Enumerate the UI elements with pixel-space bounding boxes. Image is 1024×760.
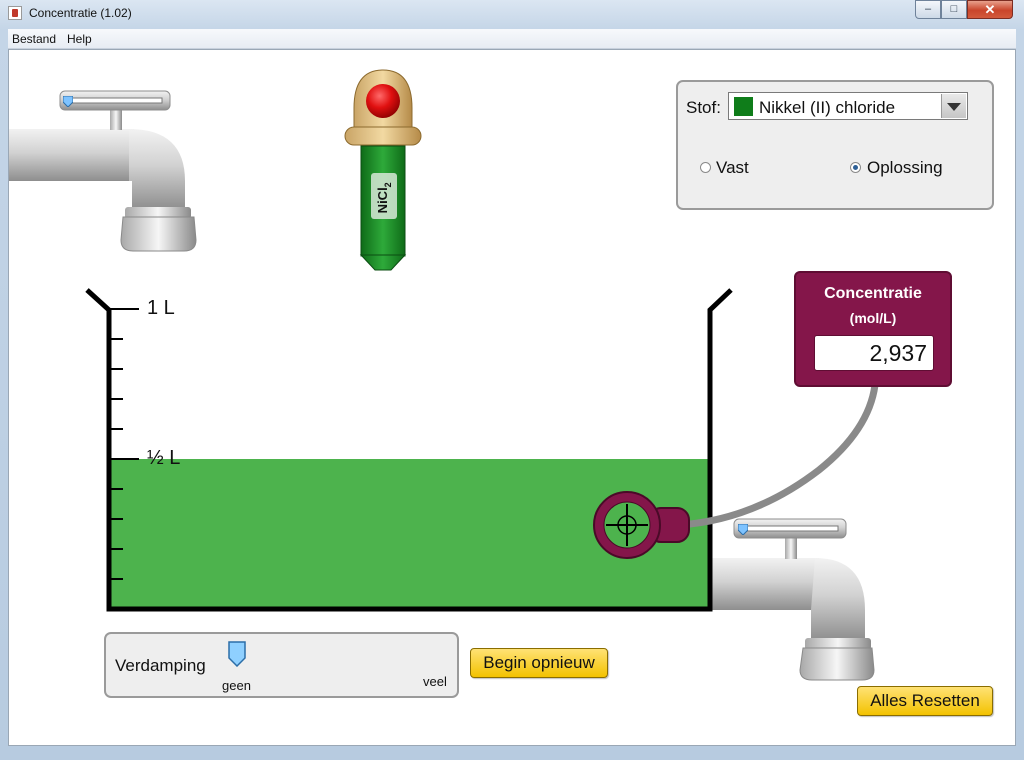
drain-faucet xyxy=(709,518,875,681)
menu-bestand[interactable]: Bestand xyxy=(12,32,56,46)
beaker-mark-half-l: ½ L xyxy=(147,447,181,469)
solute-label: Stof: xyxy=(686,98,721,117)
radio-oplossing-label[interactable]: Oplossing xyxy=(867,158,943,178)
alles-resetten-button[interactable]: Alles Resetten xyxy=(857,686,993,716)
input-faucet-handle[interactable] xyxy=(62,94,74,108)
dropper-label: NiCl2 xyxy=(371,178,397,218)
beaker-mark-1l: 1 L xyxy=(147,297,175,319)
evaporation-label: Verdamping xyxy=(115,656,206,675)
application-window: Concentratie (1.02) – □ ✕ Bestand Help N… xyxy=(0,0,1024,760)
meter-title: Concentratie xyxy=(824,285,922,302)
chevron-down-icon[interactable] xyxy=(941,94,966,118)
evaporation-panel: Verdamping geen veel xyxy=(104,632,459,698)
close-button[interactable]: ✕ xyxy=(967,0,1013,19)
minimize-button[interactable]: – xyxy=(915,0,941,19)
java-app-icon xyxy=(8,6,22,20)
radio-vast[interactable] xyxy=(700,162,711,173)
begin-opnieuw-button[interactable]: Begin opnieuw xyxy=(470,648,608,678)
dropper-red-button[interactable] xyxy=(366,84,400,118)
evaporation-min-label: geen xyxy=(222,678,251,693)
dropper-formula-subscript: 2 xyxy=(382,182,393,188)
maximize-button[interactable]: □ xyxy=(941,0,967,19)
meter-unit: (mol/L) xyxy=(849,310,897,326)
beaker xyxy=(85,288,733,612)
title-bar[interactable]: Concentratie (1.02) – □ ✕ xyxy=(0,0,1024,28)
evaporation-slider-thumb[interactable] xyxy=(228,641,246,668)
concentration-readout: 2,937 xyxy=(814,335,934,371)
evaporation-max-label: veel xyxy=(423,674,447,689)
menu-bar: Bestand Help xyxy=(8,29,1016,49)
solute-color-swatch xyxy=(734,97,753,116)
menu-help[interactable]: Help xyxy=(67,32,92,46)
dropper-formula: NiCl xyxy=(375,187,391,214)
radio-oplossing[interactable] xyxy=(850,162,861,173)
concentration-meter: Concentratie (mol/L) 2,937 xyxy=(794,271,952,387)
radio-vast-label[interactable]: Vast xyxy=(716,158,749,178)
drain-faucet-handle[interactable] xyxy=(737,522,749,536)
solute-selected: Nikkel (II) chloride xyxy=(759,98,896,117)
solute-combobox[interactable]: Nikkel (II) chloride xyxy=(728,92,968,120)
window-title: Concentratie (1.02) xyxy=(29,6,132,20)
simulation-canvas: NiCl2 1 L ½ L Stof: Nikkel (II) chloride… xyxy=(8,49,1016,746)
input-faucet xyxy=(9,90,197,252)
solute-control-panel: Stof: Nikkel (II) chloride Vast Oplossin… xyxy=(676,80,994,210)
